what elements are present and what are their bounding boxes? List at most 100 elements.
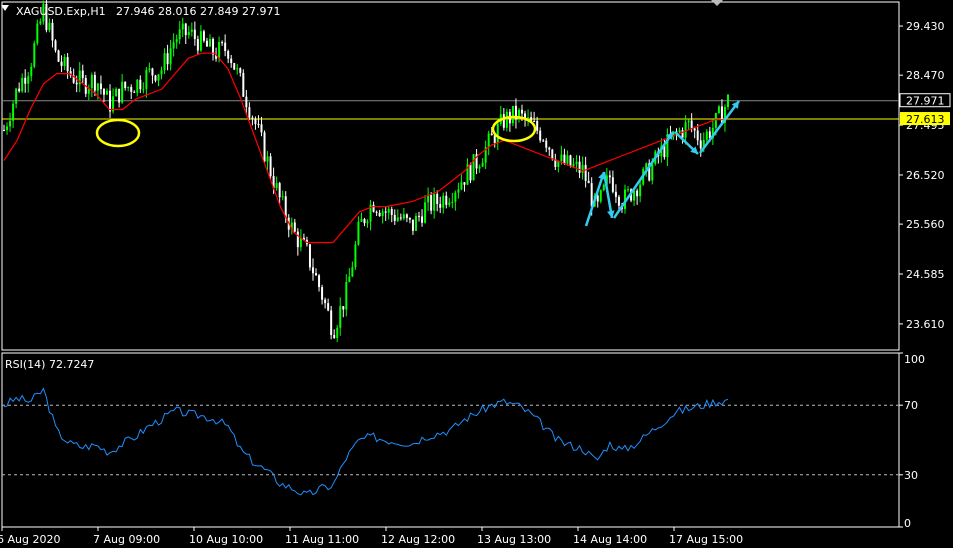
candle-body [472, 154, 475, 181]
candle-body [187, 31, 190, 36]
candle-body [224, 42, 227, 51]
candle-body [321, 287, 324, 300]
candle-body [102, 89, 105, 95]
candle-body [127, 87, 130, 89]
candle-body [175, 39, 178, 43]
candle-body [24, 77, 27, 84]
candle-body [511, 105, 514, 124]
candle-body [399, 217, 402, 219]
candle-body [178, 29, 181, 40]
candle-body [260, 124, 263, 133]
candle-body [454, 192, 457, 202]
candle-body [502, 114, 505, 128]
x-tick-label: 13 Aug 13:00 [477, 533, 551, 546]
candle-body [66, 57, 69, 72]
candle-body [342, 306, 345, 310]
candle-body [333, 335, 336, 338]
rsi-label: RSI(14) 72.7247 [5, 358, 94, 371]
candle-body [569, 155, 572, 167]
candle-body [424, 202, 427, 223]
y-tick-label: 24.585 [906, 268, 945, 281]
candle-body [339, 306, 342, 328]
candle-body [627, 189, 630, 191]
y-tick-label: 26.520 [906, 169, 945, 182]
candle-body [254, 118, 257, 124]
candle-body [505, 111, 508, 128]
candle-body [536, 120, 539, 131]
rsi-tick-label: 0 [904, 517, 911, 530]
scroll-indicator-icon[interactable] [711, 0, 723, 6]
rsi-tick-label: 100 [904, 353, 925, 366]
candle-body [3, 129, 5, 131]
ohlc-values: 27.946 28.016 27.849 27.971 [116, 5, 280, 18]
candle-body [587, 180, 590, 184]
candle-body [445, 195, 448, 205]
candle-body [296, 231, 299, 248]
candle-body [239, 68, 242, 73]
candle-body [15, 88, 18, 104]
candle-body [245, 96, 248, 108]
candle-body [269, 156, 272, 177]
candle-body [354, 244, 357, 268]
candle-body [115, 88, 118, 97]
candle-body [469, 164, 472, 181]
candle-body [357, 221, 360, 245]
chart-canvas[interactable]: 29.43028.47027.49526.52025.56024.58523.6… [0, 0, 953, 548]
candle-body [166, 53, 169, 65]
x-tick-label: 7 Aug 09:00 [93, 533, 160, 546]
candle-body [633, 190, 636, 201]
candle-body [33, 43, 36, 67]
candle-body [336, 327, 339, 338]
candle-body [9, 120, 12, 127]
candle-body [551, 149, 554, 160]
candle-body [330, 310, 333, 336]
candle-body [714, 112, 717, 128]
candle-body [205, 40, 208, 47]
rsi-line [3, 387, 729, 496]
candle-body [75, 82, 78, 85]
x-tick-label: 12 Aug 12:00 [381, 533, 455, 546]
candle-body [351, 267, 354, 277]
candle-body [421, 216, 424, 223]
candle-body [720, 106, 723, 124]
candle-body [6, 126, 9, 131]
candle-body [478, 166, 481, 169]
candle-body [617, 196, 620, 206]
candle-body [48, 22, 51, 31]
candle-body [208, 38, 211, 47]
candle-body [281, 196, 284, 198]
candle-body [39, 21, 42, 24]
candle-body [572, 163, 575, 167]
x-tick-label: 6 Aug 2020 [0, 533, 60, 546]
candle-body [311, 267, 314, 274]
y-tick-label: 29.430 [906, 20, 945, 33]
candle-body [139, 79, 142, 90]
candle-body [21, 77, 24, 92]
candle-body [30, 66, 33, 77]
candle-body [430, 194, 433, 211]
y-tick-label: 28.470 [906, 69, 945, 82]
candle-body [90, 74, 93, 89]
candle-body [439, 204, 442, 208]
candle-body [193, 29, 196, 40]
candle-body [36, 23, 39, 44]
candle-body [614, 191, 617, 197]
candle-body [308, 244, 311, 268]
drawings [95, 100, 740, 227]
candle-body [599, 190, 602, 202]
candle-body [142, 89, 145, 91]
x-tick-label: 10 Aug 10:00 [189, 533, 263, 546]
candle-body [542, 140, 545, 142]
x-tick-label: 11 Aug 11:00 [285, 533, 359, 546]
candle-body [345, 282, 348, 310]
candle-body [136, 79, 139, 93]
candle-body [563, 154, 566, 164]
candle-body [145, 70, 148, 90]
candle-body [487, 133, 490, 148]
candle-body [639, 184, 642, 197]
candle-body [160, 70, 163, 75]
candle-body [584, 164, 587, 181]
candle-body [151, 68, 154, 76]
candle-body [384, 211, 387, 213]
candle-body [251, 117, 254, 119]
